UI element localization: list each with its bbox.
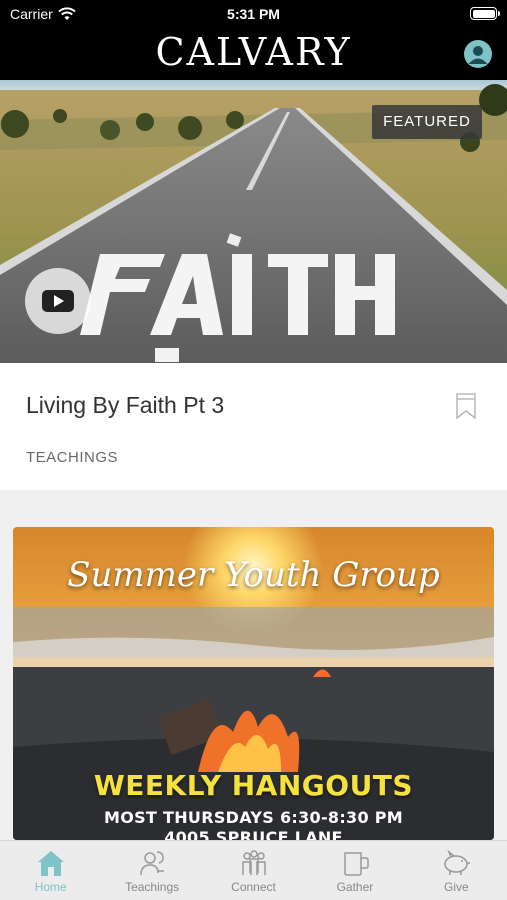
tab-teachings[interactable]: Teachings (101, 841, 202, 900)
tab-gather-label: Gather (336, 880, 374, 894)
play-icon (42, 290, 74, 312)
featured-badge: FEATURED (372, 105, 482, 139)
tab-gather[interactable]: Gather (304, 841, 405, 900)
user-circle-icon (468, 46, 488, 64)
tab-give-label: Give (443, 880, 469, 894)
featured-category[interactable]: TEACHINGS (26, 449, 118, 466)
promo-line-3: 4005 SPRUCE LANE (164, 828, 343, 840)
mug-icon (344, 852, 369, 876)
home-icon (37, 851, 64, 876)
promo-card[interactable]: Summer Youth Group WEEKLY HANGOUTS MOST … (13, 527, 494, 840)
tab-connect[interactable]: Connect (203, 841, 304, 900)
people-icon (241, 850, 266, 875)
featured-title[interactable]: Living By Faith Pt 3 (26, 392, 224, 419)
promo-line-2: MOST THURSDAYS 6:30-8:30 PM (103, 808, 404, 827)
tab-bar: Home Teachings Connect Gather Give (0, 840, 507, 900)
top-bar: Carrier 5:31 PM CALVARY (0, 0, 507, 80)
featured-card[interactable]: FEATURED Living By Faith Pt 3 TEACHINGS (0, 80, 507, 490)
tab-give[interactable]: Give (406, 841, 507, 900)
tab-teachings-label: Teachings (125, 880, 180, 894)
tab-home[interactable]: Home (0, 841, 101, 900)
bookmark-button[interactable] (455, 393, 477, 424)
promo-headline: Summer Youth Group (67, 555, 440, 595)
promo-line-1: WEEKLY HANGOUTS (93, 769, 414, 802)
speaker-icon (140, 851, 165, 876)
battery-icon (470, 7, 500, 20)
featured-image[interactable]: FEATURED (0, 80, 507, 363)
tab-connect-label: Connect (231, 880, 276, 894)
piggy-bank-icon (444, 849, 471, 875)
profile-button[interactable] (464, 40, 492, 68)
tab-home-label: Home (34, 880, 67, 894)
status-time: 5:31 PM (227, 6, 280, 22)
play-video-button[interactable] (25, 268, 91, 334)
app-brand-logo: CALVARY (155, 30, 352, 74)
bookmark-icon (456, 393, 476, 420)
status-bar: Carrier 5:31 PM (0, 0, 507, 28)
